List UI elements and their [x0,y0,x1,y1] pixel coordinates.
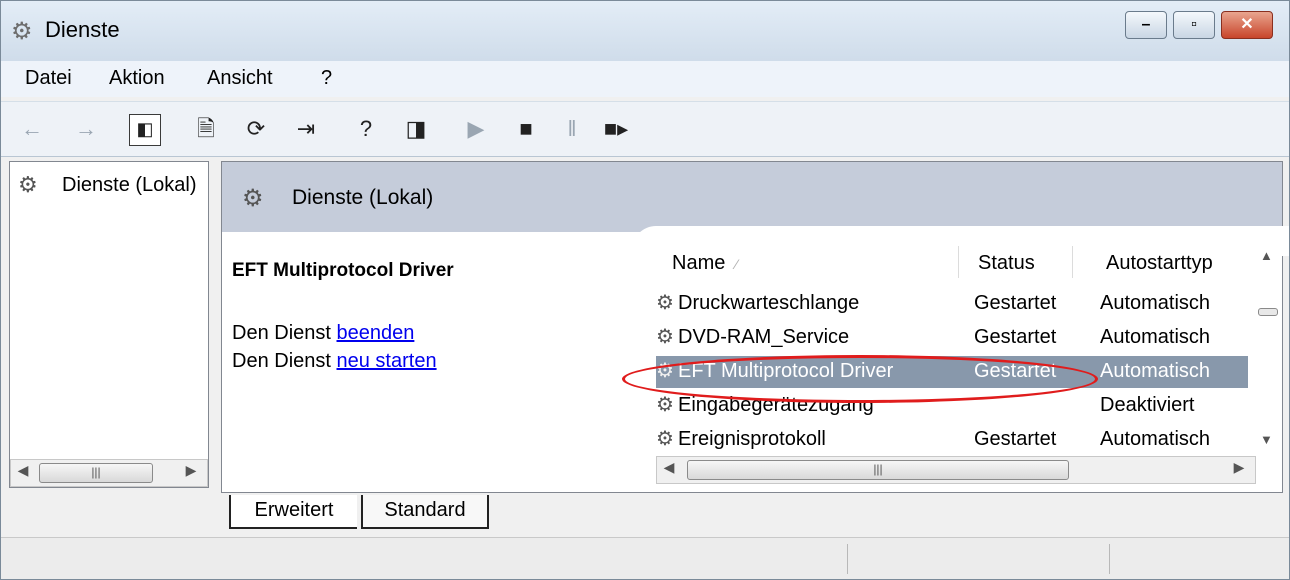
show-hide-tree-icon[interactable]: ◧ [129,114,161,146]
restart-icon[interactable]: ■▸ [601,114,631,144]
table-row[interactable]: ⚙ Druckwarteschlange Gestartet Automatis… [656,288,1248,320]
sort-ascending-icon: ⁄ [735,256,738,272]
pane-header: ⚙ Dienste (Lokal) [222,162,1282,232]
cell-status: Gestartet [974,326,1057,348]
list-horizontal-scrollbar[interactable]: ◀ ||| ▶ [656,456,1256,484]
scroll-thumb[interactable] [1258,308,1278,316]
list-vertical-scrollbar[interactable]: ▲ ▼ [1256,242,1278,450]
column-header-startup-type[interactable]: Autostarttyp [1106,252,1213,275]
minimize-icon: – [1141,16,1151,33]
gear-icon: ⚙ [656,360,674,382]
services-window: ⚙ Dienste – ▫ ✕ Datei Aktion Ansicht ? ←… [0,0,1290,580]
cell-startup-type: Automatisch [1100,292,1211,314]
description-line-stop: Den Dienst beenden [232,322,414,345]
refresh-icon[interactable]: ⟳ [241,114,271,144]
maximize-button[interactable]: ▫ [1173,11,1215,39]
description-prefix: Den Dienst [232,322,337,344]
cell-startup-type: Automatisch [1100,360,1211,382]
tab-standard[interactable]: Standard [361,495,489,529]
gear-icon: ⚙ [18,172,38,197]
scroll-down-icon[interactable]: ▼ [1260,432,1273,447]
window-controls: – ▫ ✕ [1119,11,1273,39]
cell-startup-type: Automatisch [1100,326,1211,348]
tree-horizontal-scrollbar[interactable]: ◀ ||| ▶ [10,459,208,487]
scroll-right-icon[interactable]: ▶ [1229,459,1249,476]
arrow-left-icon[interactable]: ← [17,114,47,144]
scroll-right-icon[interactable]: ▶ [181,462,201,479]
cell-status: Gestartet [974,360,1057,382]
description-title: EFT Multiprotocol Driver [232,260,454,281]
cell-name: Ereignisprotokoll [678,428,826,450]
column-separator[interactable] [958,246,959,278]
maximize-icon: ▫ [1191,16,1197,33]
cell-name: Druckwarteschlange [678,292,860,314]
cell-name: EFT Multiprotocol Driver [678,360,894,382]
close-icon: ✕ [1240,16,1254,33]
scroll-left-icon[interactable]: ◀ [659,459,679,476]
menu-ansicht[interactable]: Ansicht [207,67,273,90]
gear-icon: ⚙ [656,326,674,348]
pause-icon[interactable]: ‖ [557,114,587,144]
menu-datei[interactable]: Datei [25,67,72,90]
gear-icon: ⚙ [656,292,674,314]
cell-status: Gestartet [974,428,1057,450]
export-list-icon[interactable]: ⇥ [291,114,321,144]
menu-bar: Datei Aktion Ansicht ? [1,61,1289,97]
column-header-name[interactable]: Name ⁄ [672,252,738,275]
gear-icon: ⚙ [11,18,33,45]
cell-name: DVD-RAM_Service [678,326,850,348]
console-tree: ⚙ Dienste (Lokal) ◀ ||| ▶ [9,161,209,488]
table-row[interactable]: ⚙ Ereignisprotokoll Gestartet Automatisc… [656,424,1248,456]
gear-icon: ⚙ [242,185,264,212]
cell-startup-type: Automatisch [1100,428,1211,450]
window-title: Dienste [45,17,120,42]
table-row[interactable]: ⚙ Eingabegerätezugang Deaktiviert [656,390,1248,422]
column-header-status[interactable]: Status [978,252,1035,275]
tab-erweitert[interactable]: Erweitert [229,495,357,529]
tree-item-services-local[interactable]: Dienste (Lokal) [62,174,197,197]
minimize-button[interactable]: – [1125,11,1167,39]
properties-icon[interactable]: 🗎 [191,114,221,144]
scroll-left-icon[interactable]: ◀ [13,462,33,479]
stop-service-link[interactable]: beenden [337,322,415,344]
status-divider [847,544,848,574]
scroll-thumb[interactable]: ||| [687,460,1069,480]
cell-status: Gestartet [974,292,1057,314]
services-list: Name ⁄ Status Autostarttyp ⚙ Druckwartesc… [642,242,1280,492]
restart-service-link[interactable]: neu starten [337,350,437,372]
table-row[interactable]: ⚙ DVD-RAM_Service Gestartet Automatisch [656,322,1248,354]
services-pane: ⚙ Dienste (Lokal) EFT Multiprotocol Driv… [221,161,1289,493]
close-button[interactable]: ✕ [1221,11,1273,39]
title-bar[interactable]: ⚙ Dienste – ▫ ✕ [1,1,1289,61]
description-line-restart: Den Dienst neu starten [232,350,437,373]
column-separator[interactable] [1072,246,1073,278]
status-divider [1109,544,1110,574]
play-icon[interactable]: ▶ [461,114,491,144]
gear-icon: ⚙ [656,428,674,450]
arrow-right-icon[interactable]: → [71,114,101,144]
toolbar: ← → ◧ 🗎 ⟳ ⇥ ? ◨ ▶ ■ ‖ ■▸ [1,101,1289,157]
help-icon[interactable]: ? [351,114,381,144]
scroll-up-icon[interactable]: ▲ [1260,248,1273,263]
status-bar [1,537,1289,579]
show-hide-action-pane-icon[interactable]: ◨ [401,114,431,144]
cell-name: Eingabegerätezugang [678,394,874,416]
menu-aktion[interactable]: Aktion [109,67,165,90]
pane-header-title: Dienste (Lokal) [292,186,434,209]
description-prefix: Den Dienst [232,350,337,372]
column-name-label: Name [672,252,726,274]
menu-help[interactable]: ? [321,67,332,90]
gear-icon: ⚙ [656,394,674,416]
stop-icon[interactable]: ■ [511,114,541,144]
scroll-thumb[interactable]: ||| [39,463,153,483]
view-tabs: Erweitert Standard [221,495,1281,531]
cell-startup-type: Deaktiviert [1100,394,1195,416]
table-row-selected[interactable]: ⚙ EFT Multiprotocol Driver Gestartet Aut… [656,356,1248,388]
